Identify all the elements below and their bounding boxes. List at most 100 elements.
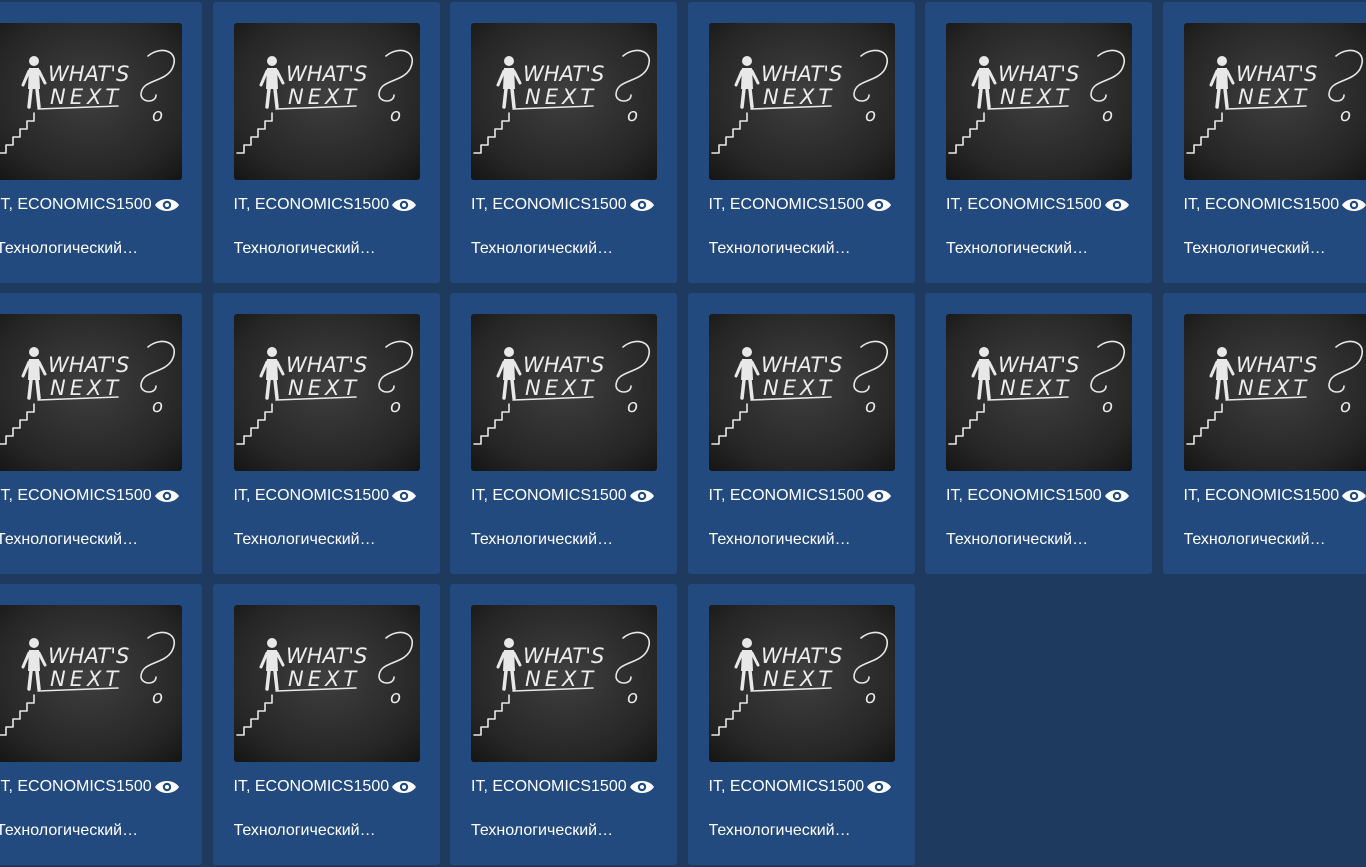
eye-icon	[154, 486, 180, 506]
card-meta: IT, ECONOMICS 1500	[946, 194, 1130, 216]
svg-text:o: o	[152, 105, 163, 126]
card-title[interactable]: Технологический…	[234, 531, 420, 549]
whats-next-chalkboard-image: WHAT'S NEXT o	[708, 23, 895, 180]
eye-icon	[391, 486, 417, 506]
eye-icon	[1341, 195, 1366, 215]
catalog-card[interactable]: WHAT'S NEXT o IT, ECONOMICS 1500 Техноло…	[450, 584, 677, 865]
card-title[interactable]: Технологический…	[946, 240, 1132, 258]
card-tags: IT, ECONOMICS	[946, 196, 1067, 213]
card-title[interactable]: Технологический…	[1184, 240, 1366, 258]
catalog-card[interactable]: WHAT'S NEXT o IT, ECONOMICS 1500 Техноло…	[687, 2, 915, 283]
catalog-card[interactable]: WHAT'S NEXT o IT, ECONOMICS 1500 Техноло…	[925, 2, 1152, 283]
catalog-card[interactable]: WHAT'S NEXT o IT, ECONOMICS 1500 Техноло…	[212, 293, 440, 574]
card-tags: IT, ECONOMICS	[471, 196, 592, 213]
svg-text:WHAT'S: WHAT'S	[998, 62, 1079, 86]
card-thumbnail: WHAT'S NEXT o	[946, 23, 1132, 180]
card-tags: IT, ECONOMICS	[708, 196, 829, 213]
catalog-card[interactable]: WHAT'S NEXT o IT, ECONOMICS 1500 Техноло…	[1162, 2, 1366, 283]
card-title[interactable]: Технологический…	[234, 822, 420, 840]
catalog-card[interactable]: WHAT'S NEXT o IT, ECONOMICS 1500 Техноло…	[212, 2, 440, 283]
whats-next-chalkboard-image: WHAT'S NEXT o	[0, 605, 182, 762]
svg-text:o: o	[865, 687, 876, 708]
card-thumbnail: WHAT'S NEXT o	[0, 23, 182, 180]
catalog-viewport: WHAT'S NEXT o IT, ECONOMICS 1500 Техноло…	[0, 0, 1366, 867]
svg-text:WHAT'S: WHAT'S	[523, 62, 604, 86]
eye-icon	[154, 777, 180, 797]
svg-text:NEXT: NEXT	[50, 376, 122, 400]
card-title[interactable]: Технологический…	[709, 822, 895, 840]
whats-next-chalkboard-image: WHAT'S NEXT o	[471, 605, 657, 762]
card-title[interactable]: Технологический…	[709, 240, 895, 258]
card-title[interactable]: Технологический…	[471, 240, 657, 258]
catalog-card[interactable]: WHAT'S NEXT o IT, ECONOMICS 1500 Техноло…	[450, 293, 677, 574]
card-title[interactable]: Технологический…	[0, 822, 182, 840]
svg-text:NEXT: NEXT	[1000, 85, 1072, 109]
eye-icon	[866, 486, 892, 506]
svg-text:NEXT: NEXT	[1238, 376, 1310, 400]
card-view-count: 1500	[828, 778, 865, 795]
eye-icon	[1341, 486, 1366, 506]
whats-next-chalkboard-image: WHAT'S NEXT o	[946, 23, 1132, 180]
eye-icon	[391, 777, 417, 797]
svg-text:o: o	[390, 105, 401, 126]
card-meta: IT, ECONOMICS 1500	[0, 485, 180, 507]
svg-text:NEXT: NEXT	[288, 85, 360, 109]
svg-text:NEXT: NEXT	[525, 376, 597, 400]
card-title[interactable]: Технологический…	[946, 531, 1132, 549]
svg-text:NEXT: NEXT	[763, 376, 835, 400]
svg-text:NEXT: NEXT	[763, 85, 835, 109]
card-thumbnail: WHAT'S NEXT o	[1183, 23, 1366, 180]
eye-icon	[629, 195, 655, 215]
card-thumbnail: WHAT'S NEXT o	[1183, 314, 1366, 471]
catalog-card[interactable]: WHAT'S NEXT o IT, ECONOMICS 1500 Техноло…	[0, 293, 202, 574]
catalog-card[interactable]: WHAT'S NEXT o IT, ECONOMICS 1500 Техноло…	[925, 293, 1152, 574]
whats-next-chalkboard-image: WHAT'S NEXT o	[471, 314, 657, 471]
catalog-card[interactable]: WHAT'S NEXT o IT, ECONOMICS 1500 Техноло…	[687, 584, 915, 865]
catalog-card[interactable]: WHAT'S NEXT o IT, ECONOMICS 1500 Техноло…	[687, 293, 915, 574]
card-thumbnail: WHAT'S NEXT o	[233, 23, 420, 180]
whats-next-chalkboard-image: WHAT'S NEXT o	[233, 23, 420, 180]
card-title[interactable]: Технологический…	[234, 240, 420, 258]
catalog-card[interactable]: WHAT'S NEXT o IT, ECONOMICS 1500 Техноло…	[450, 2, 677, 283]
catalog-card[interactable]: WHAT'S NEXT o IT, ECONOMICS 1500 Техноло…	[1162, 293, 1366, 574]
svg-text:o: o	[390, 687, 401, 708]
svg-text:WHAT'S: WHAT'S	[1236, 62, 1317, 86]
svg-text:o: o	[865, 396, 876, 417]
svg-text:NEXT: NEXT	[50, 85, 122, 109]
eye-icon	[866, 195, 892, 215]
svg-text:WHAT'S: WHAT'S	[761, 62, 842, 86]
card-title[interactable]: Технологический…	[1184, 531, 1366, 549]
card-view-count: 1500	[1066, 487, 1102, 504]
card-title[interactable]: Технологический…	[0, 240, 182, 258]
card-tags: IT, ECONOMICS	[1183, 487, 1304, 504]
card-grid: WHAT'S NEXT o IT, ECONOMICS 1500 Техноло…	[0, 2, 1366, 865]
card-view-count: 1500	[1303, 487, 1340, 504]
card-view-count: 1500	[591, 196, 627, 213]
whats-next-chalkboard-image: WHAT'S NEXT o	[708, 605, 895, 762]
whats-next-chalkboard-image: WHAT'S NEXT o	[708, 314, 895, 471]
card-meta: IT, ECONOMICS 1500	[0, 194, 180, 216]
card-title[interactable]: Технологический…	[0, 531, 182, 549]
svg-text:NEXT: NEXT	[50, 667, 122, 691]
svg-text:NEXT: NEXT	[525, 667, 597, 691]
whats-next-chalkboard-image: WHAT'S NEXT o	[0, 23, 182, 180]
catalog-card[interactable]: WHAT'S NEXT o IT, ECONOMICS 1500 Техноло…	[212, 584, 440, 865]
eye-icon	[1104, 486, 1130, 506]
svg-text:WHAT'S: WHAT'S	[1236, 353, 1317, 377]
catalog-card[interactable]: WHAT'S NEXT o IT, ECONOMICS 1500 Техноло…	[0, 2, 202, 283]
card-title[interactable]: Технологический…	[471, 822, 657, 840]
card-thumbnail: WHAT'S NEXT o	[946, 314, 1132, 471]
whats-next-chalkboard-image: WHAT'S NEXT o	[471, 23, 657, 180]
card-title[interactable]: Технологический…	[471, 531, 657, 549]
card-thumbnail: WHAT'S NEXT o	[0, 605, 182, 762]
card-title[interactable]: Технологический…	[709, 531, 895, 549]
card-meta: IT, ECONOMICS 1500	[471, 194, 655, 216]
card-thumbnail: WHAT'S NEXT o	[708, 605, 895, 762]
svg-text:o: o	[1102, 105, 1113, 126]
svg-text:o: o	[1102, 396, 1113, 417]
card-tags: IT, ECONOMICS	[233, 196, 354, 213]
svg-text:NEXT: NEXT	[525, 85, 597, 109]
card-view-count: 1500	[1066, 196, 1102, 213]
catalog-card[interactable]: WHAT'S NEXT o IT, ECONOMICS 1500 Техноло…	[0, 584, 202, 865]
svg-text:o: o	[390, 396, 401, 417]
